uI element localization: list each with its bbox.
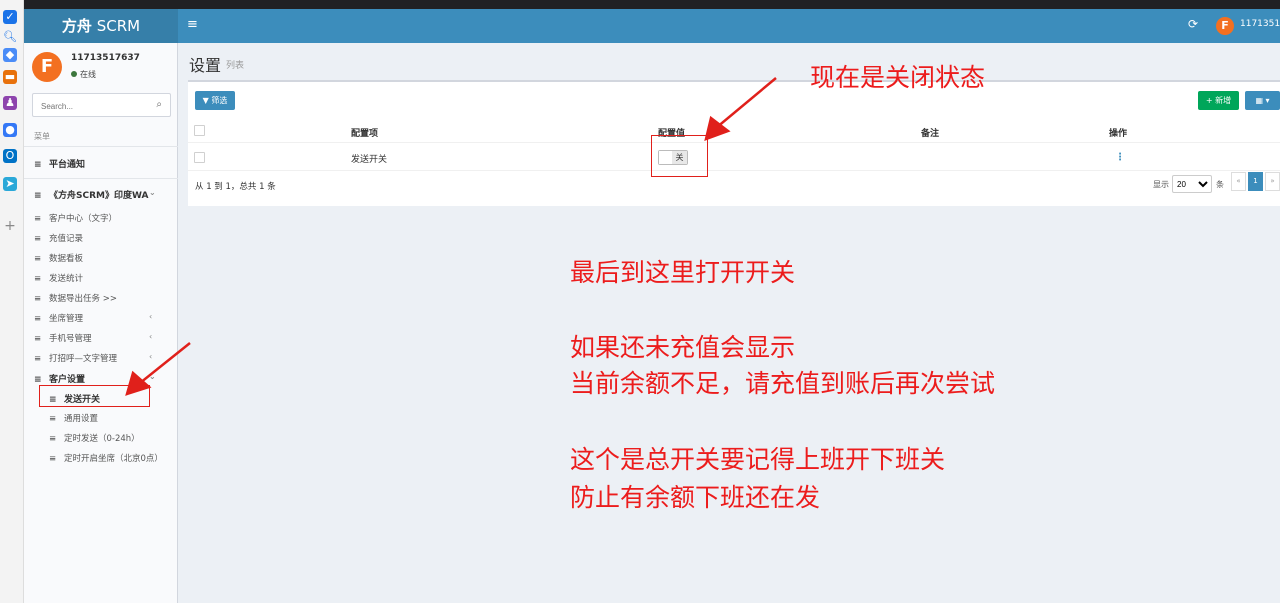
sidebar: F 11713517637 在线 ⌕ 菜单 ≡平台通知 ≡《方舟SCRM》印度W… [24, 43, 178, 603]
list-icon: ≡ [34, 160, 42, 170]
sidebar-item-recharge[interactable]: ≡ 充值记录 [34, 232, 83, 244]
list-icon: ≡ [34, 234, 42, 244]
sidebar-item-greeting[interactable]: ≡ 打招呼—文字管理 ‹ [34, 352, 152, 364]
list-icon: ≡ [34, 334, 42, 344]
annotation-highlight-toggle [651, 135, 708, 177]
sidebar-item-scheduled-seat[interactable]: ≡ 定时开启坐席（北京0点） [49, 452, 163, 464]
top-navbar: ≡ ⟳ F 11713517637 [178, 9, 1280, 43]
browser-side-panel: ✓ 🔍︎ ◆ ▬ ♟ ● O ➤ + [0, 0, 24, 603]
annotation-line-4: 这个是总开关要记得上班开下班关 [570, 445, 946, 474]
sidebar-search[interactable]: ⌕ [32, 93, 171, 118]
chevron-left-icon: ‹ [149, 352, 153, 361]
annotation-highlight-menu [39, 385, 150, 407]
list-icon: ≡ [34, 375, 42, 385]
annotation-line-1: 最后到这里打开开关 [570, 258, 796, 287]
status-dot-icon [71, 71, 77, 77]
list-icon: ≡ [49, 454, 57, 464]
next-page-button[interactable]: » [1265, 172, 1280, 191]
columns-button[interactable]: ▦ ▾ [1245, 91, 1280, 110]
page-size-control: 显示 20 条 [1153, 175, 1224, 193]
list-icon: ≡ [34, 274, 42, 284]
filter-button[interactable]: ▼ 筛选 [195, 91, 235, 110]
list-icon: ≡ [49, 434, 57, 444]
send-icon[interactable]: ➤ [3, 177, 17, 191]
page-subtitle: 列表 [226, 61, 245, 71]
sidebar-item-general-settings[interactable]: ≡ 通用设置 [49, 412, 98, 424]
grid-icon: ▦ ▾ [1255, 96, 1270, 105]
sidebar-item-phones[interactable]: ≡ 手机号管理 ‹ [34, 332, 152, 344]
divider [24, 178, 178, 179]
add-button[interactable]: + 新增 [1198, 91, 1239, 110]
list-icon: ≡ [34, 191, 42, 201]
sidebar-item-seats[interactable]: ≡ 坐席管理 ‹ [34, 312, 152, 324]
top-username[interactable]: 11713517637 [1240, 19, 1280, 29]
chevron-down-icon: ⌄ [149, 188, 156, 197]
chevron-left-icon: ‹ [149, 312, 153, 321]
menu-toggle-icon[interactable]: ≡ [187, 17, 198, 32]
search-icon[interactable]: ⌕ [156, 99, 162, 110]
divider [188, 170, 1280, 171]
prev-page-button[interactable]: « [1231, 172, 1246, 191]
page-1-button[interactable]: 1 [1248, 172, 1263, 191]
annotation-line-5: 防止有余额下班还在发 [570, 483, 821, 512]
search-icon[interactable]: 🔍︎ [3, 30, 17, 44]
sidebar-item-wa-group[interactable]: ≡ 《方舟SCRM》印度WA ⌄ [34, 188, 156, 201]
sidebar-item-send-stats[interactable]: ≡ 发送统计 [34, 272, 83, 284]
sidebar-item-customer-center[interactable]: ≡ 客户中心（文字） [34, 212, 117, 224]
divider [188, 142, 1280, 143]
list-icon: ≡ [34, 214, 42, 224]
sidebar-item-customer-settings[interactable]: ≡ 客户设置 ⌄ [34, 372, 156, 385]
settings-table-box: ▼ 筛选 + 新增 ▦ ▾ 配置项 配置值 备注 操作 发送开关 关 ⋮ 从 1… [188, 80, 1280, 206]
annotation-line-3: 当前余额不足，请充值到账后再次尝试 [570, 369, 996, 398]
page-title: 设置 [189, 56, 222, 75]
sidebar-item-platform-notice[interactable]: ≡ 平台通知 [34, 157, 85, 170]
sidebar-username: 11713517637 [71, 53, 140, 63]
column-header-note[interactable]: 备注 [921, 126, 939, 139]
list-icon: ≡ [34, 254, 42, 264]
outlook-icon[interactable]: O [3, 149, 17, 163]
app-icon-1[interactable]: ✓ [3, 10, 17, 24]
menu-header: 菜单 [34, 132, 50, 141]
annotation-top-note: 现在是关闭状态 [810, 63, 986, 92]
page-size-select[interactable]: 20 [1172, 175, 1212, 193]
annotation-line-2: 如果还未充值会显示 [570, 333, 796, 362]
chevron-down-icon: ⌄ [149, 372, 156, 381]
circle-app-icon[interactable]: ● [3, 123, 17, 137]
divider [24, 146, 178, 147]
sidebar-item-export[interactable]: ≡ 数据导出任务 >> [34, 292, 117, 304]
toolbox-icon[interactable]: ▬ [3, 70, 17, 84]
cell-config-item: 发送开关 [351, 155, 388, 165]
games-icon[interactable]: ♟ [3, 96, 17, 110]
online-status: 在线 [71, 69, 96, 80]
sidebar-item-dashboard[interactable]: ≡ 数据看板 [34, 252, 83, 264]
chevron-left-icon: ‹ [149, 332, 153, 341]
sidebar-avatar: F [32, 52, 62, 82]
select-all-checkbox[interactable] [194, 125, 205, 136]
add-icon[interactable]: + [3, 219, 17, 233]
column-header-action: 操作 [1109, 129, 1128, 139]
row-checkbox[interactable] [194, 152, 205, 163]
tag-icon[interactable]: ◆ [3, 48, 17, 62]
sidebar-item-scheduled-send[interactable]: ≡ 定时发送（0-24h） [49, 432, 140, 444]
column-header-item[interactable]: 配置项 [351, 126, 378, 139]
refresh-icon[interactable]: ⟳ [1188, 17, 1198, 31]
plus-icon: + [1205, 96, 1216, 105]
user-avatar[interactable]: F [1216, 17, 1234, 35]
pagination-summary: 从 1 到 1，总共 1 条 [195, 182, 276, 192]
row-actions-icon[interactable]: ⋮ [1115, 152, 1125, 163]
list-icon: ≡ [49, 414, 57, 424]
list-icon: ≡ [34, 354, 42, 364]
app-logo[interactable]: 方舟 SCRM [24, 9, 178, 43]
search-input[interactable] [33, 95, 143, 118]
list-icon: ≡ [34, 314, 42, 324]
main-content: 设置 列表 ▼ 筛选 + 新增 ▦ ▾ 配置项 配置值 备注 操作 发送开关 关… [178, 43, 1280, 603]
os-top-bar [0, 0, 1280, 9]
list-icon: ≡ [34, 294, 42, 304]
